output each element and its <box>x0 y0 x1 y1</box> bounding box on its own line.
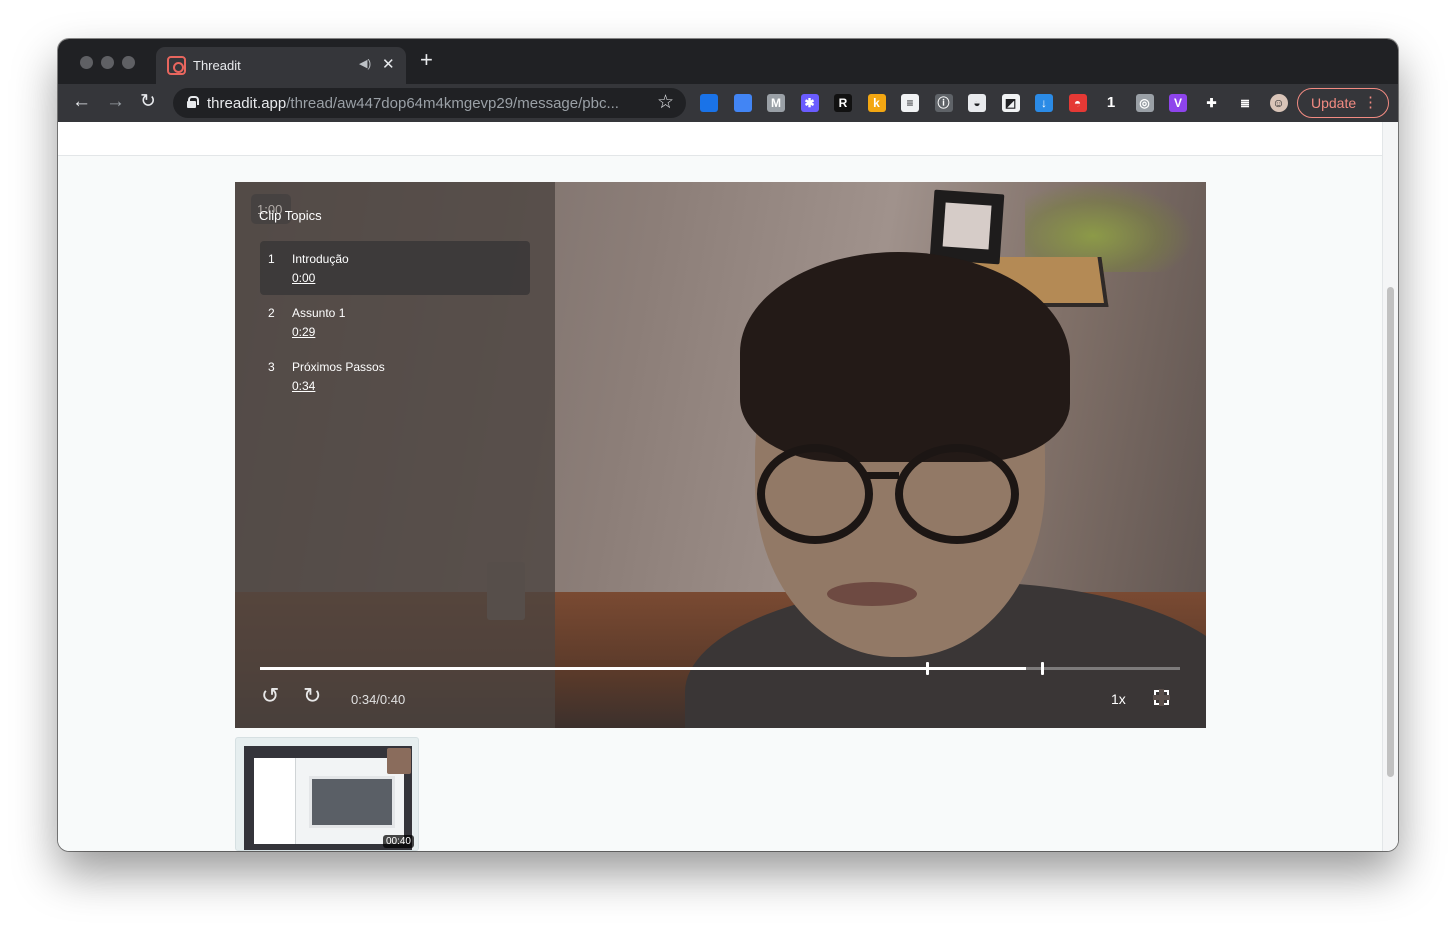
progress-fill <box>260 667 1027 670</box>
thumbnail-face <box>387 748 411 774</box>
video-frame-picture <box>929 189 1005 265</box>
m-extension-icon[interactable]: M <box>767 94 785 112</box>
rewind-5-icon[interactable]: ↺ <box>261 685 279 707</box>
speaker-icon[interactable]: ◀) <box>359 57 371 70</box>
tab-title: Threadit <box>193 58 241 73</box>
page-content: 1:00 Clip Topics 1 Introdução 0:00 2 Ass… <box>58 122 1398 851</box>
topic-item-3[interactable]: 3 Próximos Passos 0:34 <box>260 349 530 403</box>
thumbnail-screen <box>309 776 395 828</box>
tab-threadit[interactable]: Threadit ◀) ✕ <box>156 47 406 84</box>
topic-label: Introdução <box>292 252 349 266</box>
arrow-left-icon[interactable]: ← <box>72 92 91 112</box>
page-scrollbar[interactable] <box>1382 122 1398 851</box>
one-extension-icon[interactable]: 1 <box>1102 94 1120 112</box>
thumbnail-sidebar <box>254 758 296 844</box>
playback-speed-button[interactable]: 1x <box>1111 691 1126 707</box>
video-frame-glasses-left <box>757 444 873 544</box>
k-extension-icon[interactable]: k <box>867 94 886 112</box>
kebab-menu-icon[interactable]: ⋮ <box>1363 89 1378 117</box>
thread-clip-thumbnail[interactable]: 00:40 <box>235 737 419 851</box>
video-frame-person-mouth <box>827 582 917 606</box>
forward-5-icon[interactable]: ↻ <box>303 685 321 707</box>
update-button[interactable]: Update ⋮ <box>1297 88 1389 118</box>
thumbnail-app-panel <box>254 758 404 844</box>
video-frame-picture-inner <box>942 202 992 250</box>
maximize-window-button[interactable] <box>122 56 135 69</box>
url-text[interactable]: threadit.app/thread/aw447dop64m4kmgevp29… <box>207 95 619 112</box>
download-extension-icon[interactable]: ↓ <box>1035 94 1053 112</box>
update-label: Update <box>1311 95 1357 111</box>
progress-bar[interactable] <box>260 662 1180 675</box>
topic-label: Assunto 1 <box>292 306 346 320</box>
tab-strip: Threadit ◀) ✕ + <box>58 39 1398 84</box>
media-queue-icon[interactable]: ≣ <box>1236 94 1254 112</box>
close-icon[interactable]: ✕ <box>382 55 395 73</box>
clip-topics-panel: 1:00 Clip Topics 1 Introdução 0:00 2 Ass… <box>235 182 555 728</box>
notes-extension-icon[interactable]: ≡ <box>901 94 919 112</box>
wave-extension-icon[interactable]: ◒ <box>968 94 986 112</box>
fullscreen-icon[interactable] <box>1153 689 1170 706</box>
topic-number: 1 <box>268 252 275 266</box>
browser-window: Threadit ◀) ✕ + ← → ↻ threadit.app/threa… <box>58 39 1398 851</box>
topic-item-1[interactable]: 1 Introdução 0:00 <box>260 241 530 295</box>
video-frame-glasses-bridge <box>865 472 899 479</box>
topic-item-2[interactable]: 2 Assunto 1 0:29 <box>260 295 530 349</box>
plus-icon[interactable]: + <box>420 49 433 71</box>
pokeball-extension-icon[interactable]: ◓ <box>1068 94 1087 112</box>
video-player[interactable]: 1:00 Clip Topics 1 Introdução 0:00 2 Ass… <box>235 182 1206 728</box>
video-frame-glasses-right <box>895 444 1019 544</box>
share-extension-icon[interactable] <box>733 94 752 112</box>
time-display: 0:34/0:40 <box>351 692 406 707</box>
lock-icon[interactable] <box>187 96 199 108</box>
topic-number: 2 <box>268 306 275 320</box>
puzzle-extension-icon[interactable]: ✚ <box>1203 94 1221 112</box>
topic-timestamp-link[interactable]: 0:00 <box>292 271 315 285</box>
edit-extension-icon[interactable]: ◩ <box>1001 94 1020 112</box>
topic-timestamp-link[interactable]: 0:34 <box>292 379 315 393</box>
star-icon[interactable]: ☆ <box>657 91 674 114</box>
topic-timestamp-link[interactable]: 0:29 <box>292 325 315 339</box>
threadit-favicon-icon <box>167 56 186 75</box>
profile-avatar-icon[interactable]: ☺ <box>1269 94 1288 112</box>
v-extension-icon[interactable]: V <box>1169 94 1187 112</box>
reload-icon[interactable]: ↻ <box>140 92 156 112</box>
clip-topics-title: Clip Topics <box>259 208 322 223</box>
topic-label: Próximos Passos <box>292 360 385 374</box>
url-host: threadit.app <box>207 95 287 112</box>
gem-extension-icon[interactable] <box>700 94 718 112</box>
close-window-button[interactable] <box>80 56 93 69</box>
spinner-extension-icon[interactable]: ◎ <box>1135 94 1154 112</box>
arrow-right-icon[interactable]: → <box>106 92 125 112</box>
url-path: /thread/aw447dop64m4kmgevp29/message/pbc… <box>286 95 619 112</box>
chapter-marker[interactable] <box>1041 662 1044 675</box>
video-frame-person-hair <box>740 252 1070 462</box>
scrollbar-thumb[interactable] <box>1387 287 1394 777</box>
topic-number: 3 <box>268 360 275 374</box>
browser-toolbar: ← → ↻ threadit.app/thread/aw447dop64m4km… <box>58 84 1398 122</box>
page-header-strip <box>58 122 1382 156</box>
info-extension-icon[interactable]: ⓘ <box>934 94 953 112</box>
asterisk-extension-icon[interactable]: ✱ <box>800 94 819 112</box>
address-bar[interactable]: threadit.app/thread/aw447dop64m4kmgevp29… <box>173 88 686 118</box>
thumbnail-duration-badge: 00:40 <box>382 835 414 848</box>
chapter-marker[interactable] <box>926 662 929 675</box>
r-extension-icon[interactable]: R <box>834 94 852 112</box>
minimize-window-button[interactable] <box>101 56 114 69</box>
